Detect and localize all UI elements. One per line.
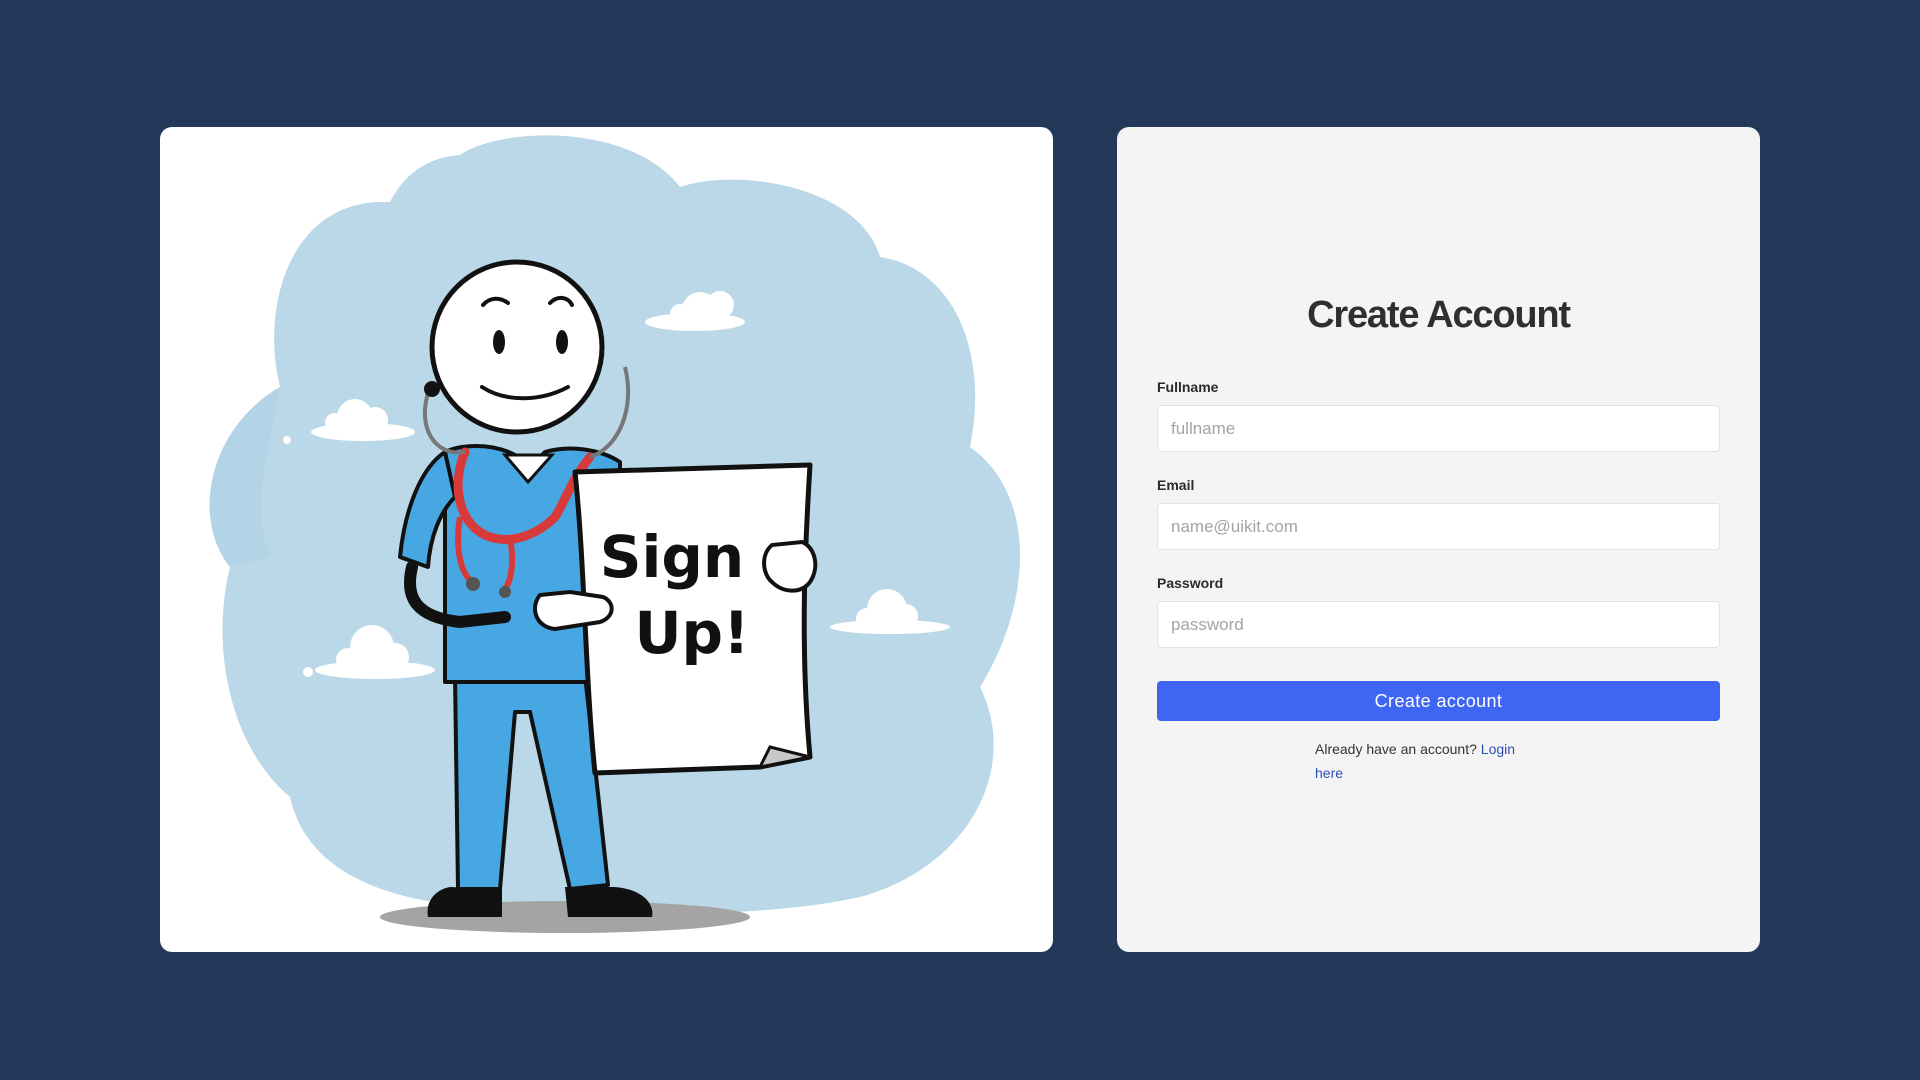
email-input[interactable]: [1157, 503, 1720, 550]
illustration-panel: Sign Up!: [160, 127, 1053, 952]
form-title: Create Account: [1307, 294, 1571, 336]
sign-text-line-2: Up!: [634, 599, 749, 667]
email-label: Email: [1157, 477, 1195, 493]
doctor-head: [429, 259, 605, 435]
fullname-input[interactable]: [1157, 405, 1720, 452]
create-account-button[interactable]: Create account: [1157, 681, 1720, 721]
right-hand: [762, 539, 818, 593]
password-input[interactable]: [1157, 601, 1720, 648]
signup-form-card: Create Account Fullname Email Password C…: [1117, 127, 1760, 952]
password-label: Password: [1157, 575, 1224, 591]
left-hand: [533, 589, 614, 632]
login-prompt: Already have an account? Login here: [1315, 737, 1540, 785]
doctor-sign-up-illustration: Sign Up!: [209, 135, 1020, 933]
login-prompt-text: Already have an account?: [1315, 741, 1477, 757]
fullname-label: Fullname: [1157, 379, 1219, 395]
sign-text-line-1: Sign: [600, 523, 744, 591]
